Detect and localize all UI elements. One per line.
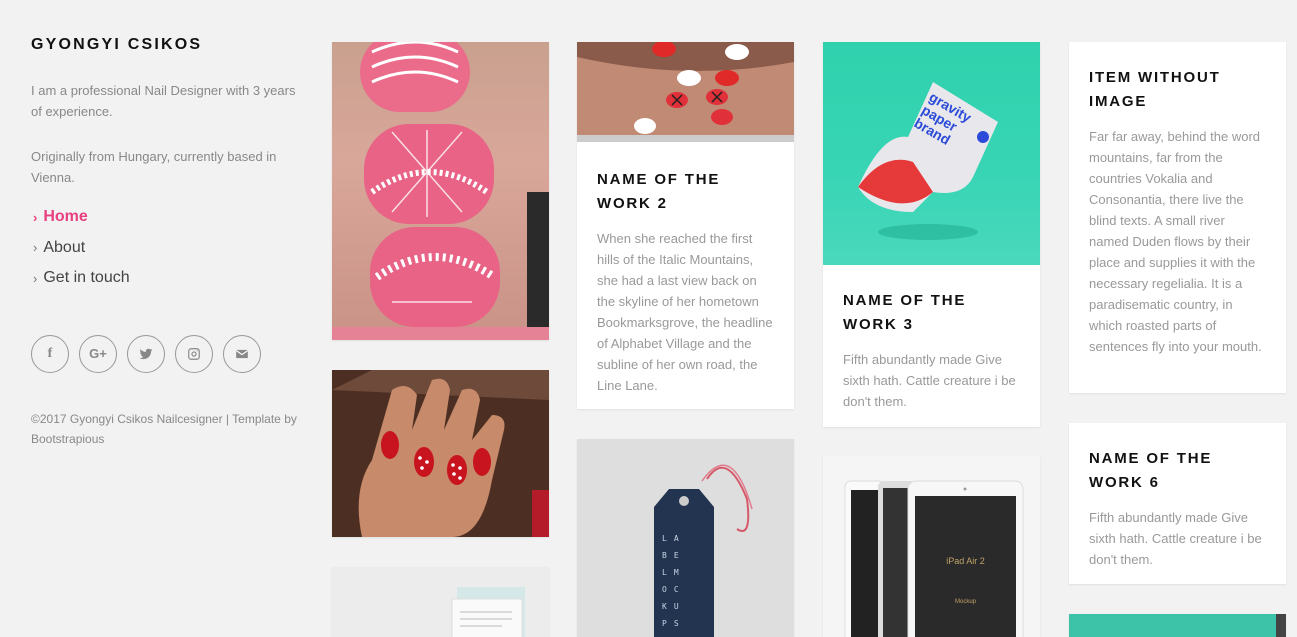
card-description: Far far away, behind the word mountains,… (1089, 129, 1262, 354)
tag-letter-row: LM (662, 568, 686, 577)
tag-letter-row: PS (662, 619, 686, 628)
portfolio-item-5[interactable]: LA BE LM OC KU PS (577, 439, 794, 637)
portfolio-item-6[interactable]: iPad Air 2 Mockup (823, 456, 1040, 637)
nav-item-about[interactable]: › About (31, 233, 301, 264)
portfolio-item-7[interactable] (332, 567, 549, 637)
portfolio-item-4[interactable] (332, 370, 549, 537)
email-button[interactable] (223, 334, 261, 373)
portfolio-item-8[interactable] (1069, 614, 1286, 637)
sidebar: GYONGYI CSIKOS I am a professional Nail … (31, 36, 301, 449)
ipad-subtitle: Mockup (954, 599, 976, 605)
chevron-right-icon: › (33, 240, 38, 256)
google-plus-button[interactable]: G+ (79, 334, 117, 373)
chevron-right-icon: › (33, 270, 38, 286)
portfolio-item-1[interactable] (332, 42, 549, 340)
portfolio-item-2[interactable]: NAME OF THE WORK 2 When she reached the … (577, 42, 794, 409)
nav-label: Home (43, 208, 88, 226)
tag-letter-row: LA (662, 534, 686, 543)
bio-location: Originally from Hungary, currently based… (31, 149, 277, 185)
nav-label: About (43, 238, 86, 256)
card-description: When she reached the first hills of the … (597, 231, 773, 393)
facebook-button[interactable]: f (31, 334, 69, 373)
card-body: ITEM WITHOUT IMAGE Far far away, behind … (1069, 42, 1286, 375)
twitter-button[interactable] (127, 334, 165, 373)
card-title[interactable]: NAME OF THE WORK 2 (597, 168, 774, 216)
red-nails-image (577, 42, 794, 142)
business-card-mockup-image (332, 567, 549, 637)
red-polka-nails-image (332, 370, 549, 537)
portfolio-item-no-image[interactable]: ITEM WITHOUT IMAGE Far far away, behind … (1069, 42, 1286, 393)
nav-item-get-in-touch[interactable]: › Get in touch (31, 263, 301, 294)
instagram-button[interactable] (175, 334, 213, 373)
chevron-right-icon: › (33, 209, 38, 225)
tag-letter-row: BE (662, 551, 686, 560)
teal-image (1069, 614, 1286, 637)
twitter-icon (139, 348, 153, 359)
ipad-title: iPad Air 2 (946, 556, 985, 566)
card-body: NAME OF THE WORK 3 Fifth abundantly made… (823, 265, 1040, 427)
pink-nails-image (332, 42, 549, 340)
ipad-mockup-image: iPad Air 2 Mockup (823, 456, 1040, 637)
nav-label: Get in touch (43, 269, 130, 287)
card-body: NAME OF THE WORK 2 When she reached the … (577, 142, 794, 409)
label-tag-mockup-image: LA BE LM OC KU PS (577, 439, 794, 637)
google-plus-icon: G+ (89, 346, 107, 361)
card-description: Fifth abundantly made Give sixth hath. C… (843, 352, 1016, 409)
email-icon (235, 349, 249, 358)
paper-brand-image: gravity paper brand (823, 42, 1040, 265)
card-title[interactable]: NAME OF THE WORK 3 (843, 289, 1020, 337)
portfolio-item-work-6[interactable]: NAME OF THE WORK 6 Fifth abundantly made… (1069, 423, 1286, 584)
card-description: Fifth abundantly made Give sixth hath. C… (1089, 510, 1262, 567)
tag-letter-row: KU (662, 602, 686, 611)
tag-letter-row: OC (662, 585, 686, 594)
bio-experience: I am a professional Nail Designer with 3… (31, 83, 296, 119)
nav-item-home[interactable]: › Home (31, 202, 301, 233)
instagram-icon (188, 347, 200, 360)
card-title[interactable]: ITEM WITHOUT IMAGE (1089, 66, 1266, 114)
portfolio-item-3[interactable]: gravity paper brand NAME OF THE WORK 3 F… (823, 42, 1040, 427)
copyright: ©2017 Gyongyi Csikos Nailcesigner | Temp… (31, 411, 297, 446)
card-title[interactable]: NAME OF THE WORK 6 (1089, 447, 1266, 495)
tag-letter-grid: LA BE LM OC KU PS (662, 530, 706, 632)
facebook-icon: f (47, 345, 53, 361)
card-body: NAME OF THE WORK 6 Fifth abundantly made… (1069, 423, 1286, 584)
site-title[interactable]: GYONGYI CSIKOS (31, 36, 301, 54)
main-nav: › Home › About › Get in touch (31, 202, 301, 294)
social-links: f G+ (31, 334, 301, 373)
